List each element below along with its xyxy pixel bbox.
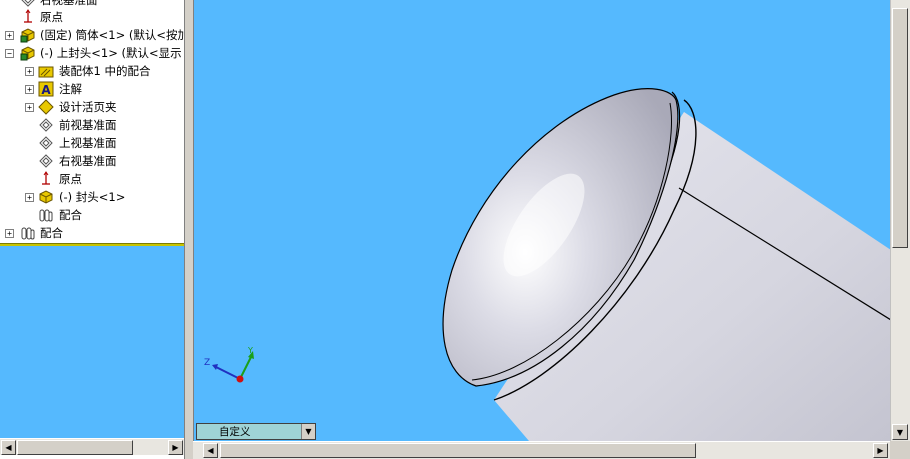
tree-item-top-plane[interactable]: 上视基准面: [0, 134, 184, 152]
tree-item-mates[interactable]: + 配合: [0, 224, 184, 242]
tree-item-mates-sub[interactable]: 配合: [0, 206, 184, 224]
tree-item-design-binder[interactable]: + 设计活页夹: [0, 98, 184, 116]
tree-item-annotations[interactable]: + A 注解: [0, 80, 184, 98]
pane-separator[interactable]: [184, 0, 186, 459]
tree-item-origin[interactable]: 原点: [0, 8, 184, 26]
scroll-thumb[interactable]: [17, 440, 133, 455]
subassembly-icon: [20, 45, 36, 61]
tree-item-mates-in-assembly[interactable]: + 装配体1 中的配合: [0, 62, 184, 80]
triad-z-label: Z: [204, 358, 210, 368]
configuration-dropdown[interactable]: 自定义 ▼: [196, 423, 316, 440]
expand-toggle[interactable]: +: [25, 67, 34, 76]
tree-item-label: 配合: [40, 226, 63, 240]
svg-text:A: A: [41, 83, 51, 97]
tree-item-shell-part[interactable]: + (固定) 筒体<1> (默认<按加: [0, 26, 184, 44]
expand-toggle[interactable]: +: [5, 229, 14, 238]
feature-tree: 右视基准面 原点 + (固定) 筒体<1> (默认<按加 − (-) 上封头<1…: [0, 0, 184, 243]
scroll-down-button[interactable]: ▼: [892, 424, 908, 440]
mates-icon: [38, 207, 54, 223]
tree-item-label: 上视基准面: [59, 136, 117, 150]
plane-icon: [38, 135, 54, 151]
tree-item-label: 原点: [40, 10, 63, 24]
tree-item-label: 设计活页夹: [59, 100, 117, 114]
expand-toggle[interactable]: +: [25, 85, 34, 94]
plane-icon: [38, 117, 54, 133]
part-icon: [20, 27, 36, 43]
tree-item-label: 原点: [59, 172, 82, 186]
axis-triad: Z Y: [204, 346, 254, 383]
feature-manager-pane: 右视基准面 原点 + (固定) 筒体<1> (默认<按加 − (-) 上封头<1…: [0, 0, 186, 459]
tree-item-head-part[interactable]: + (-) 封头<1>: [0, 188, 184, 206]
tree-item-label: 前视基准面: [59, 118, 117, 132]
tree-item-origin-sub[interactable]: 原点: [0, 170, 184, 188]
tree-item-label: 注解: [59, 82, 82, 96]
tree-item-front-plane[interactable]: 前视基准面: [0, 116, 184, 134]
property-pane: [0, 246, 184, 439]
design-binder-icon: [38, 99, 54, 115]
tree-item-upper-head-assembly[interactable]: − (-) 上封头<1> (默认<显示: [0, 44, 184, 62]
scroll-left-button[interactable]: ◀: [1, 440, 16, 455]
mates-icon: [20, 225, 36, 241]
graphics-viewport[interactable]: Z Y: [193, 0, 890, 441]
part-icon: [38, 189, 54, 205]
scroll-right-button[interactable]: ▶: [873, 443, 888, 458]
expand-toggle[interactable]: +: [25, 103, 34, 112]
viewport-vertical-scrollbar[interactable]: ▼: [890, 0, 910, 441]
tree-item-label: (-) 上封头<1> (默认<显示: [40, 46, 182, 60]
triad-y-label: Y: [247, 346, 253, 355]
configuration-value: 自定义: [219, 426, 251, 438]
plane-icon: [38, 153, 54, 169]
tree-item-label: 右视基准面: [59, 154, 117, 168]
tree-item-label: 配合: [59, 208, 82, 222]
plane-icon: [20, 0, 36, 8]
tree-item-label: (-) 封头<1>: [59, 190, 126, 204]
expand-toggle[interactable]: +: [5, 31, 14, 40]
chevron-down-icon[interactable]: ▼: [301, 424, 315, 439]
origin-icon: [20, 9, 36, 25]
scroll-right-button[interactable]: ▶: [168, 440, 183, 455]
tree-item-right-plane[interactable]: 右视基准面: [0, 152, 184, 170]
collapse-toggle[interactable]: −: [5, 49, 14, 58]
tree-item-label: (固定) 筒体<1> (默认<按加: [40, 28, 184, 42]
origin-icon: [38, 171, 54, 187]
scrollbar-corner: [890, 441, 910, 459]
scroll-left-button[interactable]: ◀: [203, 443, 218, 458]
tree-item-label: 装配体1 中的配合: [59, 64, 151, 78]
expand-toggle[interactable]: +: [25, 193, 34, 202]
vessel-model[interactable]: [194, 0, 890, 441]
annotations-icon: A: [38, 81, 54, 97]
scroll-thumb[interactable]: [220, 443, 696, 458]
viewport-horizontal-scrollbar[interactable]: ◀ ▶: [193, 441, 890, 459]
tree-horizontal-scrollbar[interactable]: ◀ ▶: [0, 438, 184, 455]
scroll-thumb[interactable]: [892, 8, 908, 248]
mates-folder-icon: [38, 63, 54, 79]
